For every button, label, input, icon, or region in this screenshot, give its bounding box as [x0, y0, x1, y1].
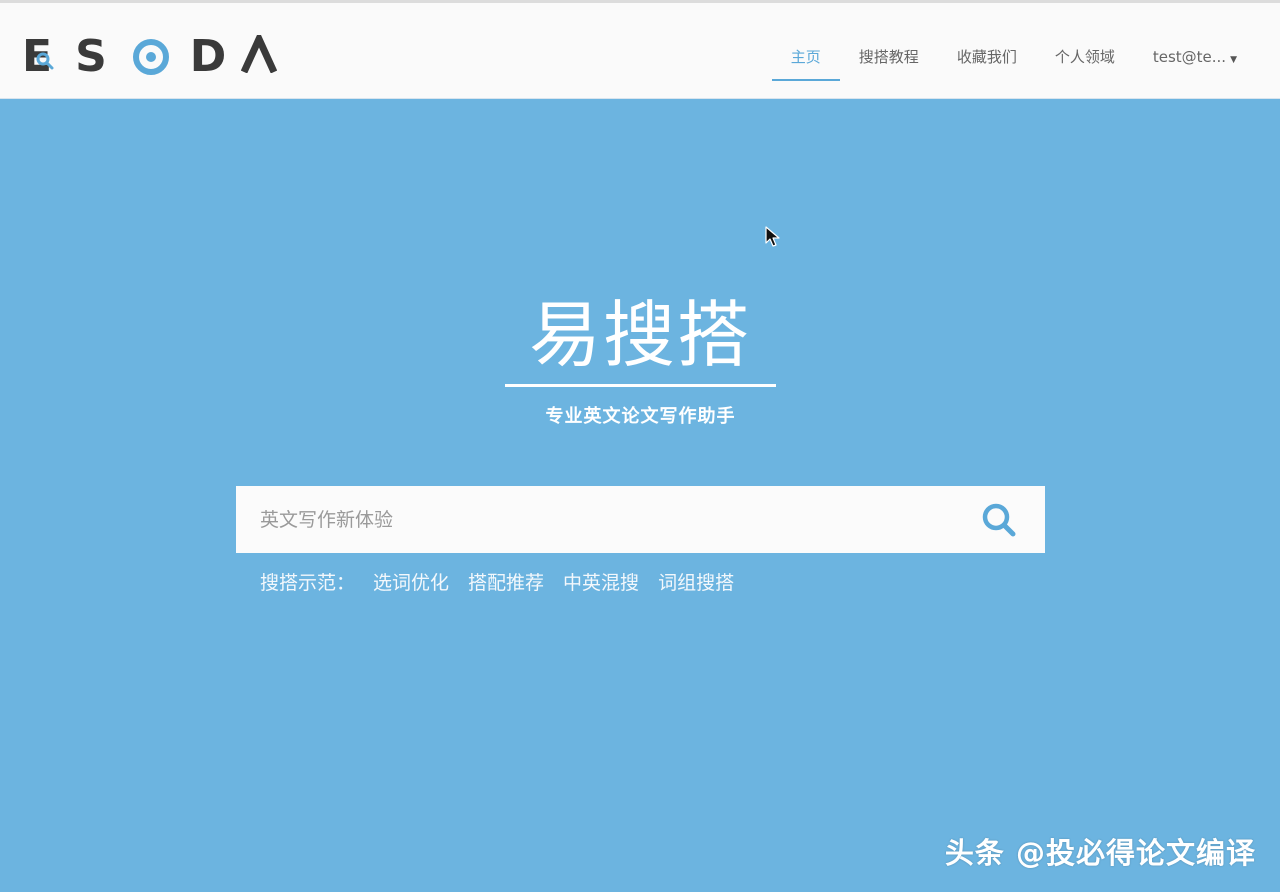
- nav-user-account[interactable]: test@te... ▼: [1134, 33, 1256, 81]
- nav-tutorial-label: 搜搭教程: [858, 48, 919, 66]
- esoda-logo[interactable]: E S D: [22, 30, 284, 82]
- search-box: [236, 486, 1045, 553]
- nav-home[interactable]: 主页: [771, 33, 840, 81]
- search-button[interactable]: [953, 486, 1045, 553]
- nav-tutorial[interactable]: 搜搭教程: [840, 33, 938, 81]
- nav-home-label: 主页: [790, 48, 821, 66]
- example-link-mixed-search[interactable]: 中英混搜: [563, 568, 639, 595]
- example-link-collocation[interactable]: 搭配推荐: [468, 568, 544, 595]
- nav-personal-area[interactable]: 个人领域: [1036, 33, 1134, 81]
- nav-personal-area-label: 个人领域: [1054, 48, 1115, 66]
- logo-letter-e: E: [22, 31, 54, 82]
- logo-letter-d: D: [189, 31, 227, 82]
- nav-bookmark-label: 收藏我们: [956, 48, 1017, 66]
- watermark: 头条 @投必得论文编译: [944, 836, 1256, 870]
- search-icon: [982, 503, 1016, 536]
- nav-bookmark[interactable]: 收藏我们: [938, 33, 1036, 81]
- logo-magnifier-icon: [36, 52, 54, 70]
- search-examples: 搜搭示范： 选词优化 搭配推荐 中英混搜 词组搜搭: [260, 568, 753, 595]
- caret-down-icon: ▼: [1230, 55, 1237, 65]
- user-account-label: test@te...: [1152, 48, 1227, 66]
- logo-letter-s: S: [75, 31, 107, 82]
- mouse-cursor-icon: [765, 226, 780, 247]
- hero-divider: [505, 384, 776, 387]
- example-link-phrase-search[interactable]: 词组搜搭: [658, 568, 734, 595]
- search-input[interactable]: [236, 486, 953, 553]
- logo-letter-o: [120, 37, 182, 77]
- examples-label: 搜搭示范：: [260, 572, 356, 594]
- hero-title: 易搜搭: [528, 293, 751, 377]
- logo-a-triangle-icon: [240, 30, 278, 73]
- logo-letter-a: [234, 30, 284, 80]
- top-navbar: E S D 主页 搜搭教程 收藏我们 个人领域 test@te... ▼: [0, 0, 1280, 99]
- example-link-word-choice[interactable]: 选词优化: [373, 568, 449, 595]
- hero-subtitle: 专业英文论文写作助手: [545, 406, 736, 427]
- logo-o-ring-icon: [133, 39, 169, 75]
- main-nav: 主页 搜搭教程 收藏我们 个人领域 test@te... ▼: [771, 33, 1256, 81]
